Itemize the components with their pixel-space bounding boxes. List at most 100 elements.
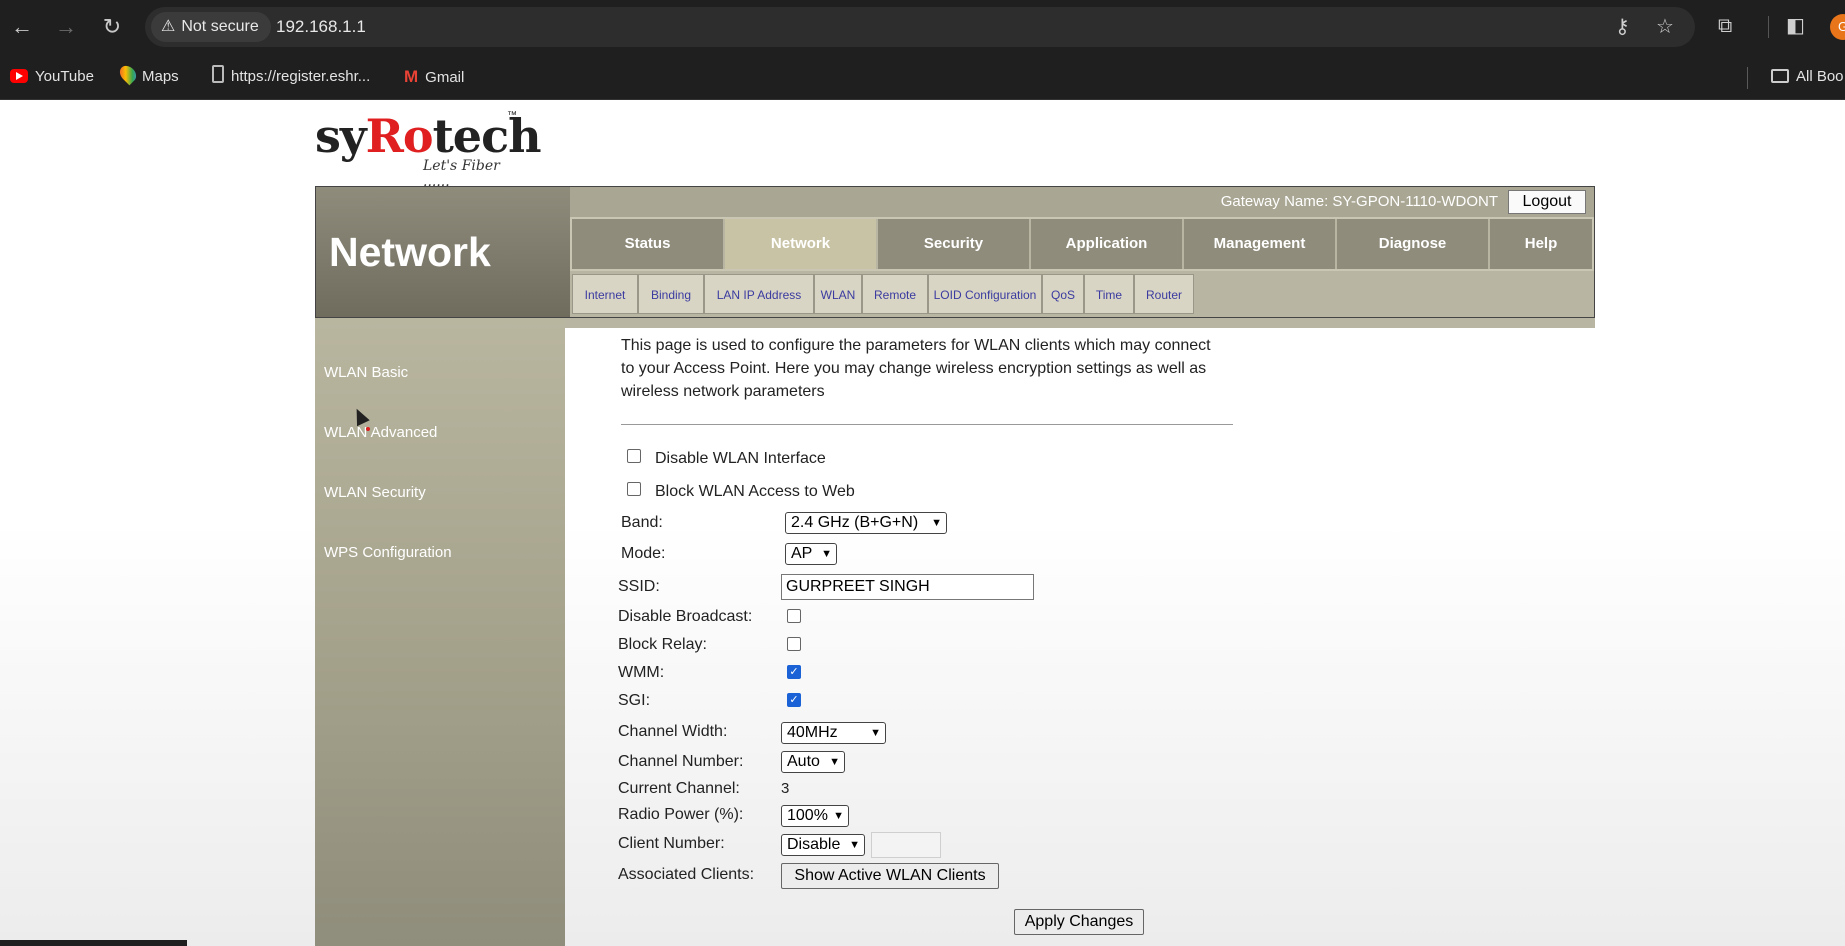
- tab-security[interactable]: Security: [878, 219, 1031, 269]
- chevron-down-icon: ▼: [931, 517, 942, 529]
- red-dot: [366, 427, 370, 431]
- show-active-clients-button[interactable]: Show Active WLAN Clients: [781, 863, 999, 889]
- side-panel-icon[interactable]: ◧: [1786, 14, 1805, 38]
- bookmark-label: Maps: [142, 68, 179, 85]
- apply-changes-button[interactable]: Apply Changes: [1014, 909, 1144, 935]
- all-bookmarks-label: All Boo: [1796, 68, 1844, 85]
- divider: [621, 424, 1233, 425]
- block-web-checkbox[interactable]: [627, 482, 641, 496]
- tab-status[interactable]: Status: [572, 219, 725, 269]
- radio-power-select[interactable]: 100% ▼: [781, 805, 849, 827]
- bookmark-gmail[interactable]: M Gmail: [404, 54, 464, 100]
- folder-icon: [1771, 69, 1789, 83]
- bookmark-register[interactable]: https://register.eshr...: [212, 54, 370, 100]
- main-tabs: Status Network Security Application Mana…: [570, 217, 1594, 271]
- sidebar-item-wps-configuration[interactable]: WPS Configuration: [324, 544, 452, 561]
- subtab-time[interactable]: Time: [1084, 274, 1134, 314]
- bookmark-page-icon: [212, 65, 224, 83]
- chevron-down-icon: ▼: [833, 810, 844, 822]
- address-bar[interactable]: ⚠ Not secure 192.168.1.1 ⚷ ☆: [145, 7, 1695, 47]
- current-channel-value: 3: [781, 780, 790, 797]
- subtab-binding[interactable]: Binding: [638, 274, 704, 314]
- channel-number-label: Channel Number:: [618, 753, 744, 770]
- forward-icon[interactable]: →: [54, 13, 78, 41]
- client-number-input[interactable]: [871, 832, 941, 858]
- band-label: Band:: [621, 514, 663, 531]
- logout-button[interactable]: Logout: [1508, 190, 1586, 214]
- channel-number-value: Auto: [787, 753, 820, 770]
- tab-help[interactable]: Help: [1490, 219, 1592, 269]
- bookmark-maps[interactable]: Maps: [116, 54, 179, 100]
- profile-avatar[interactable]: G: [1830, 14, 1845, 40]
- ssid-label: SSID:: [618, 578, 660, 595]
- logo-trademark: ™: [507, 110, 517, 121]
- subtab-router[interactable]: Router: [1134, 274, 1194, 314]
- wlan-basic-form: This page is used to configure the param…: [565, 328, 1285, 946]
- channel-number-select[interactable]: Auto ▼: [781, 751, 845, 773]
- sidebar-item-wlan-security[interactable]: WLAN Security: [324, 484, 426, 501]
- subtab-wlan[interactable]: WLAN: [814, 274, 862, 314]
- bookmark-youtube[interactable]: YouTube: [10, 54, 94, 100]
- router-page: syRotech ™ Let's Fiber ...... Network Ga…: [0, 100, 1845, 946]
- security-label: Not secure: [181, 18, 259, 35]
- sgi-checkbox[interactable]: ✓: [787, 693, 801, 707]
- chevron-down-icon: ▼: [870, 727, 881, 739]
- radio-power-label: Radio Power (%):: [618, 806, 744, 823]
- url-text[interactable]: 192.168.1.1: [276, 7, 366, 47]
- ssid-input[interactable]: GURPREET SINGH: [781, 574, 1034, 600]
- tab-network[interactable]: Network: [725, 219, 878, 269]
- subtab-lan-ip-address[interactable]: LAN IP Address: [704, 274, 814, 314]
- tab-diagnose[interactable]: Diagnose: [1337, 219, 1490, 269]
- reload-icon[interactable]: ↻: [100, 13, 124, 41]
- band-select[interactable]: 2.4 GHz (B+G+N) ▼: [785, 512, 947, 534]
- wmm-checkbox[interactable]: ✓: [787, 665, 801, 679]
- page-description: This page is used to configure the param…: [621, 337, 1211, 400]
- disable-wlan-label: Disable WLAN Interface: [655, 450, 826, 467]
- toolbar-divider: [1768, 16, 1769, 38]
- client-number-value: Disable: [787, 836, 841, 853]
- sgi-label: SGI:: [618, 692, 651, 709]
- radio-power-value: 100%: [787, 807, 828, 824]
- bottom-overlay: [0, 940, 187, 946]
- sidebar-item-wlan-basic[interactable]: WLAN Basic: [324, 364, 408, 381]
- block-relay-label: Block Relay:: [618, 636, 707, 653]
- security-chip[interactable]: ⚠ Not secure: [151, 12, 271, 42]
- block-relay-checkbox[interactable]: [787, 637, 801, 651]
- mode-value: AP: [791, 545, 813, 562]
- subtab-remote[interactable]: Remote: [862, 274, 928, 314]
- sub-tabs: Internet Binding LAN IP Address WLAN Rem…: [570, 271, 1594, 317]
- current-channel-label: Current Channel:: [618, 780, 740, 797]
- disable-broadcast-label: Disable Broadcast:: [618, 608, 753, 625]
- back-icon[interactable]: ←: [10, 13, 34, 41]
- all-bookmarks[interactable]: All Boo: [1771, 54, 1844, 100]
- bookmarks-bar: YouTube Maps https://register.eshr... MG…: [0, 54, 1845, 100]
- password-key-icon[interactable]: ⚷: [1615, 16, 1630, 38]
- wmm-label: WMM:: [618, 664, 665, 681]
- bookmark-star-icon[interactable]: ☆: [1656, 16, 1674, 38]
- content-top-strip: [565, 318, 1595, 328]
- section-panel: Network: [316, 187, 570, 317]
- extensions-icon[interactable]: ⧉: [1718, 14, 1732, 38]
- mode-select[interactable]: AP ▼: [785, 543, 837, 565]
- youtube-icon: [10, 69, 28, 83]
- chevron-down-icon: ▼: [829, 756, 840, 768]
- channel-width-select[interactable]: 40MHz ▼: [781, 722, 886, 744]
- syrotech-logo: syRotech ™ Let's Fiber ......: [315, 108, 542, 190]
- associated-clients-label: Associated Clients:: [618, 866, 755, 883]
- maps-icon: [116, 62, 140, 86]
- subtab-internet[interactable]: Internet: [572, 274, 638, 314]
- sidebar-item-wlan-advanced[interactable]: WLAN Advanced: [324, 424, 437, 441]
- subtab-loid-configuration[interactable]: LOID Configuration: [928, 274, 1042, 314]
- bookmark-label: Gmail: [425, 69, 465, 86]
- subtab-qos[interactable]: QoS: [1042, 274, 1084, 314]
- gmail-icon: M: [404, 67, 419, 86]
- disable-broadcast-checkbox[interactable]: [787, 609, 801, 623]
- client-number-label: Client Number:: [618, 835, 725, 852]
- router-header: Network Gateway Name: SY-GPON-1110-WDONT…: [315, 186, 1595, 318]
- gateway-name: Gateway Name: SY-GPON-1110-WDONT: [1220, 193, 1498, 210]
- tab-management[interactable]: Management: [1184, 219, 1337, 269]
- disable-wlan-checkbox[interactable]: [627, 449, 641, 463]
- tab-application[interactable]: Application: [1031, 219, 1184, 269]
- client-number-select[interactable]: Disable ▼: [781, 834, 865, 856]
- bookmark-label: YouTube: [35, 68, 94, 85]
